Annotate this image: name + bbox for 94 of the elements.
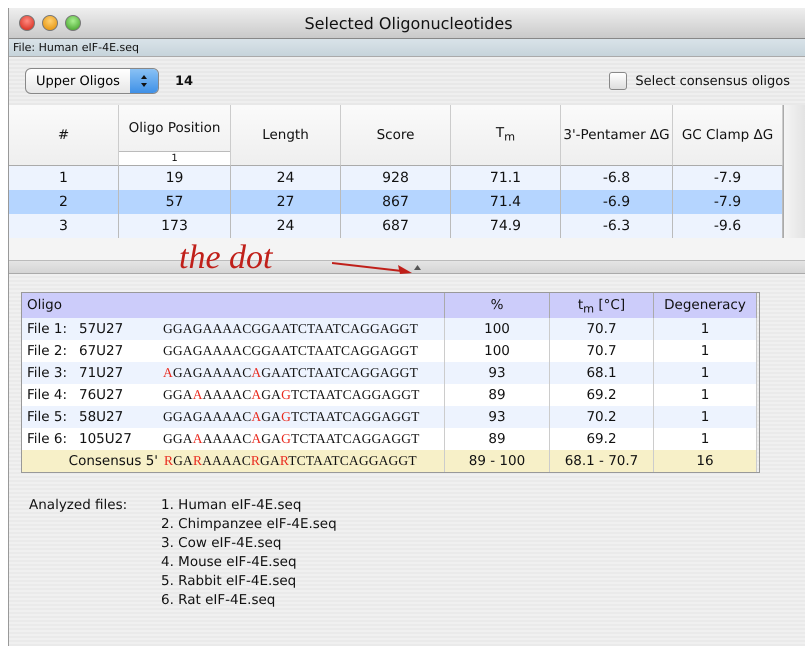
table-cell: 2 (9, 190, 119, 214)
sequence-text: AGAGAAAACAGAATCTAATCAGGAGGT (163, 364, 418, 382)
table-cell: 867 (341, 190, 451, 214)
sequence-text: GGAAAAAACAGAGTCTAATCAGGAGGT (163, 386, 420, 404)
table-cell: 93 (445, 406, 550, 428)
table-cell: 27 (231, 190, 341, 214)
table-cell: -9.6 (673, 214, 783, 238)
oligo-name: 58U27 (79, 408, 124, 427)
table-cell: 24 (231, 214, 341, 238)
table-cell: 928 (341, 166, 451, 190)
analyzed-files-label: Analyzed files: (29, 497, 128, 515)
table-cell: 89 (445, 428, 550, 450)
close-button[interactable] (19, 15, 35, 31)
table-cell: 687 (341, 214, 451, 238)
column-header: Degeneracy (654, 293, 757, 318)
oligo-name: 71U27 (79, 364, 124, 383)
table-cell: 3 (9, 214, 119, 238)
sequence-text: GGAGAAAACAGAGTCTAATCAGGAGGT (163, 408, 420, 426)
table-cell: -6.3 (561, 214, 673, 238)
file-label: File 3: (26, 364, 68, 383)
table-cell: 89 (445, 384, 550, 406)
table-cell: 1 (654, 406, 757, 428)
column-header: % (445, 293, 550, 318)
oligo-name: 57U27 (79, 320, 124, 339)
table-cell: 57 (119, 190, 231, 214)
table-cell: 71.4 (451, 190, 561, 214)
table-cell: -6.9 (561, 190, 673, 214)
file-name: 2. Chimpanzee eIF-4E.seq (161, 516, 337, 532)
table-cell: 100 (445, 318, 550, 340)
annotation-text: the dot (179, 241, 272, 275)
sort-indicator: 1 (119, 151, 230, 165)
table-cell: 1 (654, 318, 757, 340)
splitter-handle-icon[interactable] (414, 264, 421, 270)
table-cell: 24 (231, 166, 341, 190)
table-cell: 68.1 - 70.7 (550, 450, 654, 472)
column-header: Oligo (22, 293, 445, 318)
file-name: 1. Human eIF-4E.seq (161, 497, 302, 513)
column-header[interactable]: Score (341, 105, 451, 166)
table-cell: 70.2 (550, 406, 654, 428)
column-header[interactable]: Oligo Position 1 (119, 105, 231, 166)
column-header[interactable]: GC Clamp ΔG (673, 105, 783, 166)
checkbox[interactable] (609, 72, 628, 90)
oligo-name: 105U27 (79, 430, 133, 449)
table-cell: 71.1 (451, 166, 561, 190)
column-header[interactable]: T$_{m}$ (451, 105, 561, 166)
oligo-name: 67U27 (79, 342, 124, 361)
file-label: File 2: (26, 342, 68, 361)
table-cell: 19 (119, 166, 231, 190)
oligo-name: 76U27 (79, 386, 124, 405)
file-label: File 5: (26, 408, 68, 427)
sequence-text: GGAGAAAACGGAATCTAATCAGGAGGT (163, 342, 418, 360)
table-cell: 68.1 (550, 362, 654, 384)
table-cell: 1 (654, 340, 757, 362)
consensus-label: Consensus 5' (68, 452, 159, 471)
file-label: File 6: (26, 430, 68, 449)
table-cell: 1 (654, 384, 757, 406)
table-cell: 173 (119, 214, 231, 238)
table-cell: 70.7 (550, 318, 654, 340)
table-cell: 93 (445, 362, 550, 384)
column-header[interactable]: # (9, 105, 119, 166)
table-cell: 74.9 (451, 214, 561, 238)
file-name: 4. Mouse eIF-4E.seq (161, 554, 298, 570)
table-cell: 89 - 100 (445, 450, 550, 472)
checkbox-label: Select consensus oligos (635, 74, 790, 88)
window-title: Selected Oligonucleotides (304, 14, 514, 32)
minimize-button[interactable] (42, 15, 58, 31)
file-name: 5. Rabbit eIF-4E.seq (161, 573, 298, 589)
table-cell: 1 (9, 166, 119, 190)
up-down-arrows-icon (140, 74, 148, 88)
oligo-count: 14 (174, 74, 194, 88)
column-header: t$_{m}$ [°C] (550, 293, 654, 318)
table-cell: 1 (654, 362, 757, 384)
zoom-button[interactable] (65, 15, 81, 31)
table-cell: 1 (654, 428, 757, 450)
sequence-text: RGARAAAACRGARTCTAATCAGGAGGT (164, 452, 417, 470)
file-label: File 1: (26, 320, 68, 339)
table-cell: 70.7 (550, 340, 654, 362)
file-name: 3. Cow eIF-4E.seq (161, 535, 282, 551)
table-cell: -6.8 (561, 166, 673, 190)
column-header[interactable]: Length (231, 105, 341, 166)
table-cell: -7.9 (673, 190, 783, 214)
file-path-bar: File: Human eIF-4E.seq (9, 39, 805, 57)
column-header[interactable]: 3'-Pentamer ΔG (561, 105, 673, 166)
table-cell: 69.2 (550, 428, 654, 450)
sequence-text: GGAGAAAACGGAATCTAATCAGGAGGT (163, 320, 418, 338)
table-cell: 16 (654, 450, 757, 472)
table-cell: 69.2 (550, 384, 654, 406)
file-label: File 4: (26, 386, 68, 405)
oligo-type-popup[interactable]: Upper Oligos (25, 68, 159, 94)
table-cell: 100 (445, 340, 550, 362)
file-name: 6. Rat eIF-4E.seq (161, 592, 276, 608)
vertical-scrollbar[interactable] (783, 105, 805, 238)
table-cell: -7.9 (673, 166, 783, 190)
sequence-text: GGAAAAAACAGAGTCTAATCAGGAGGT (163, 430, 420, 448)
